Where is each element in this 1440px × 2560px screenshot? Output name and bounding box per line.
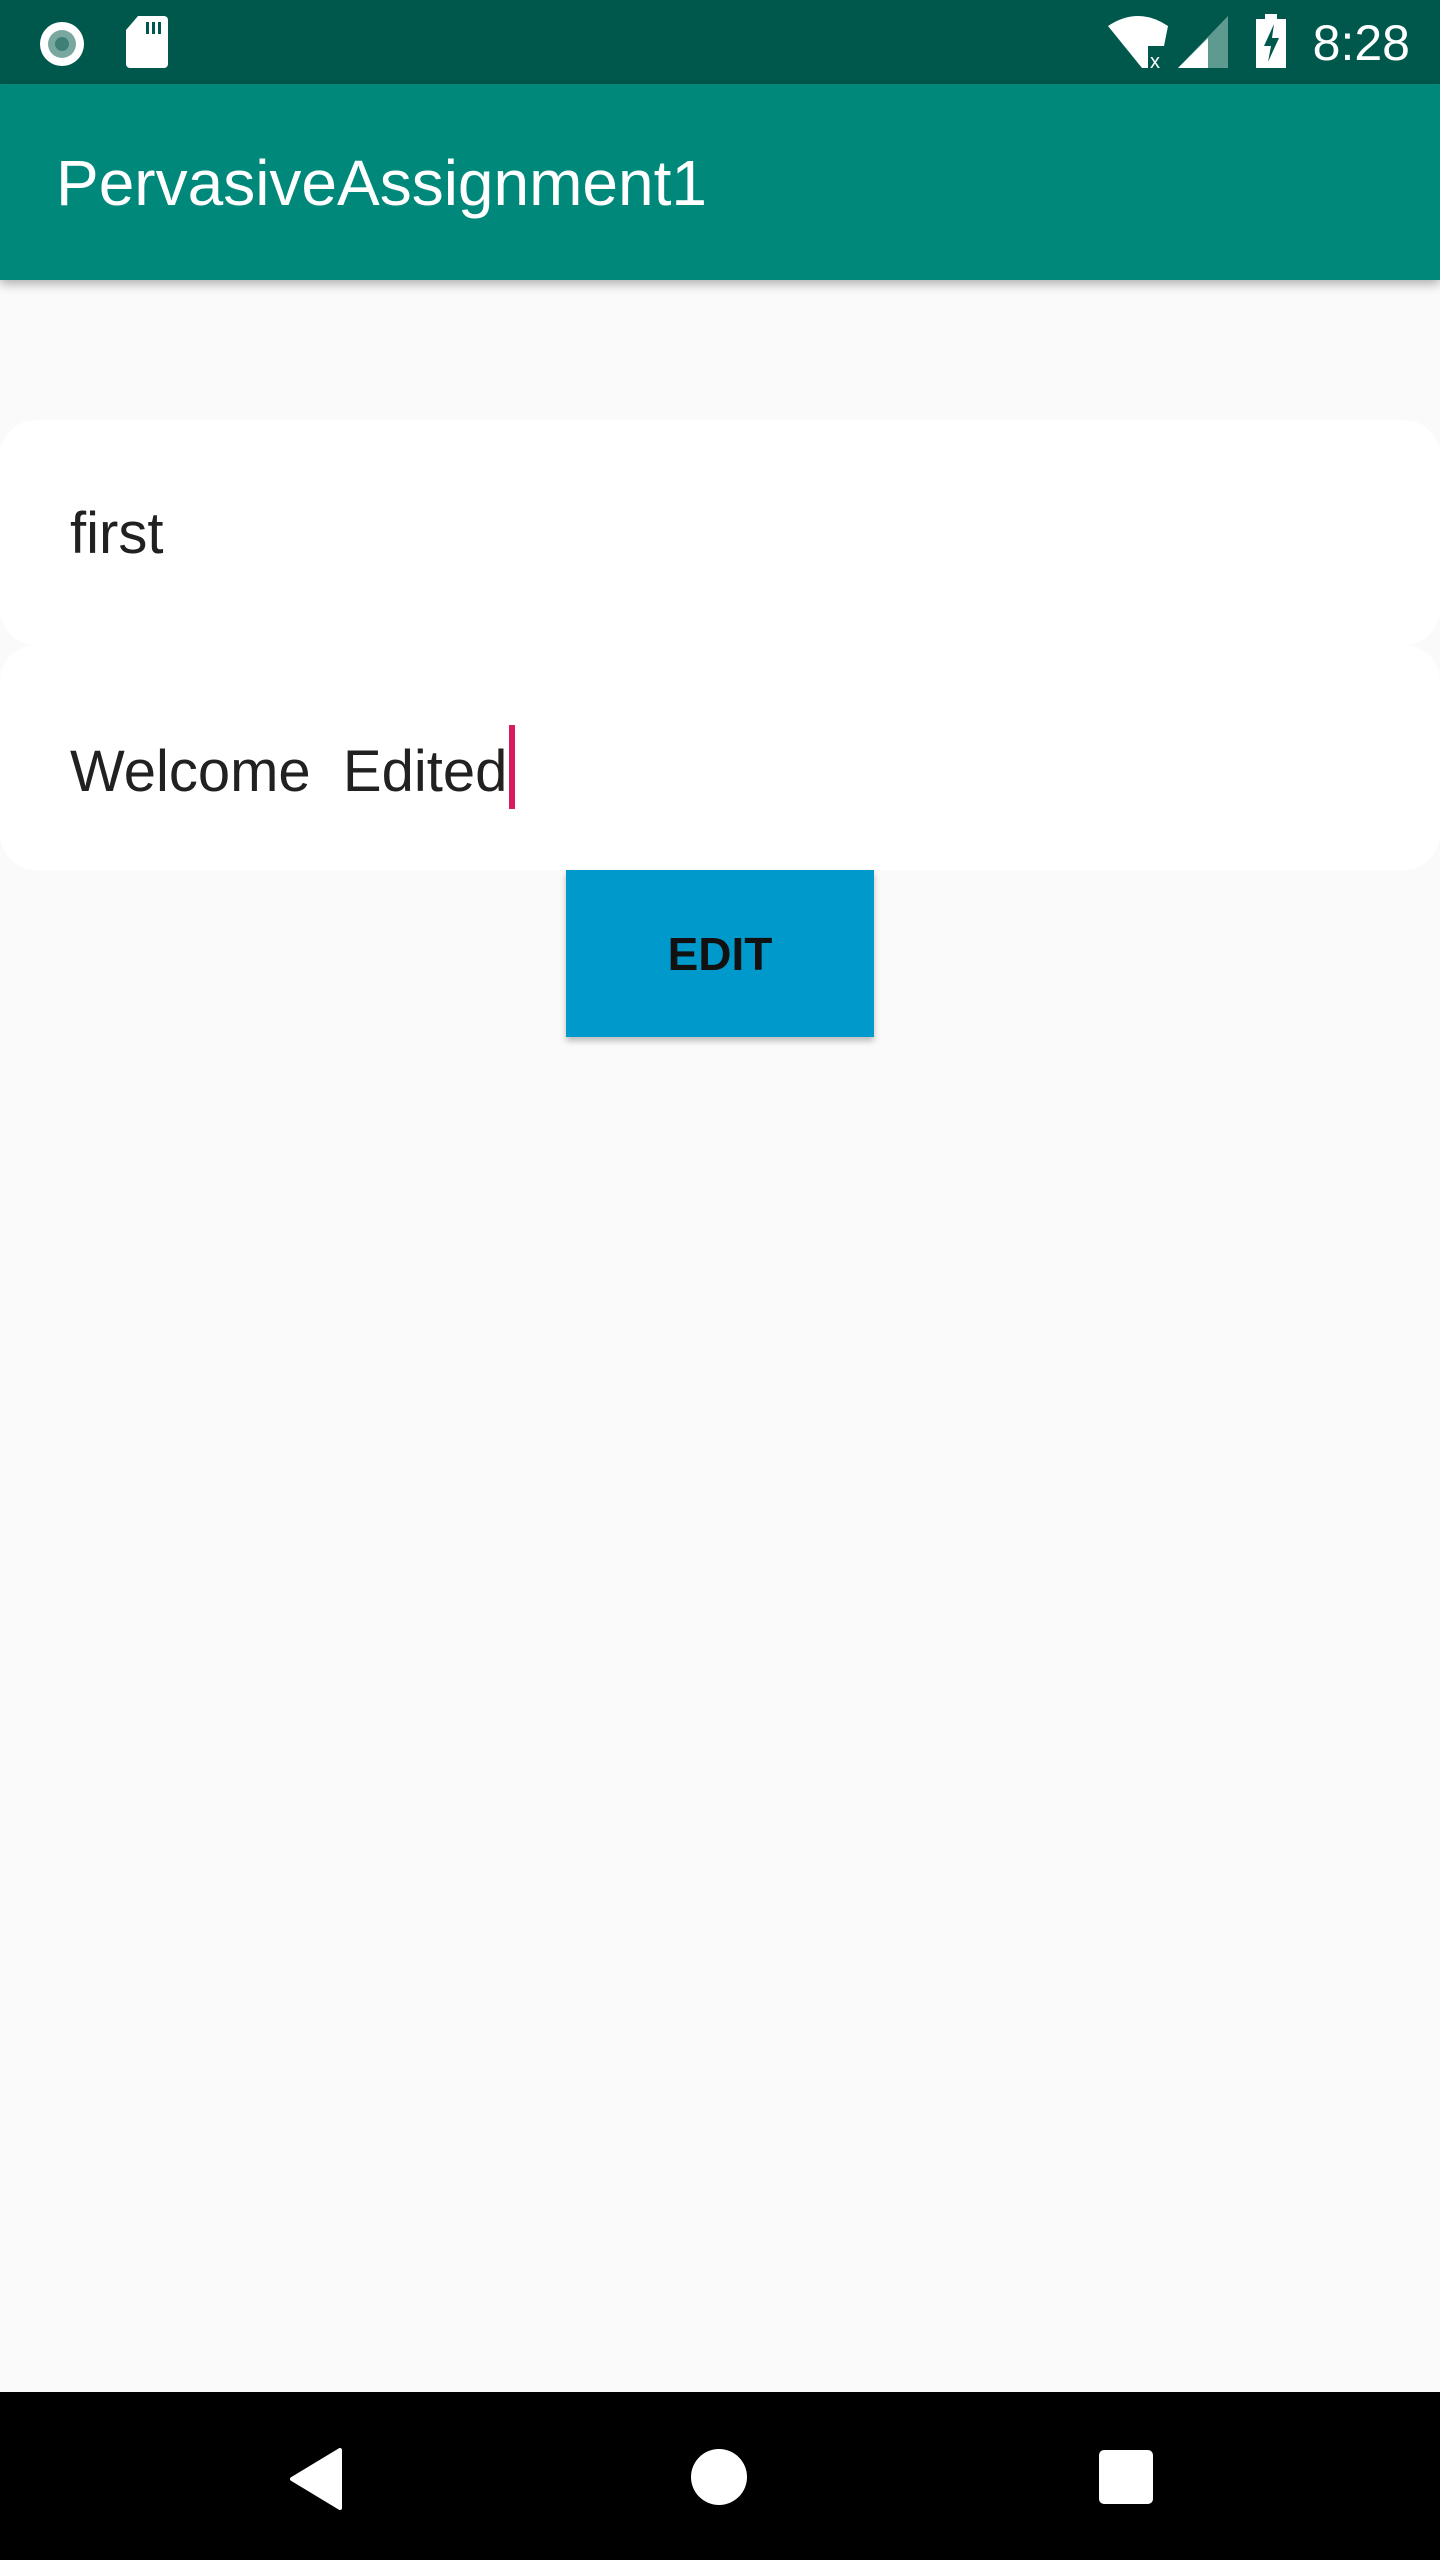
svg-text:x: x bbox=[1150, 51, 1160, 70]
recents-icon[interactable] bbox=[1099, 2450, 1153, 2504]
second-field-value: Welcome Edited bbox=[70, 739, 508, 804]
second-field-content: Welcome Edited bbox=[70, 725, 516, 809]
first-field-value: first bbox=[70, 501, 164, 566]
app-bar: PervasiveAssignment1 bbox=[0, 84, 1440, 280]
sd-card-icon bbox=[126, 16, 168, 68]
edit-button[interactable]: EDIT bbox=[566, 870, 874, 1037]
navigation-bar bbox=[0, 2392, 1440, 2560]
first-text-field[interactable]: first bbox=[0, 420, 1440, 645]
back-icon[interactable] bbox=[288, 2448, 344, 2510]
app-title: PervasiveAssignment1 bbox=[56, 147, 707, 219]
circle-notification-icon bbox=[40, 22, 84, 66]
home-icon[interactable] bbox=[690, 2448, 748, 2506]
status-bar: x 8:28 bbox=[0, 0, 1440, 84]
status-time: 8:28 bbox=[1312, 15, 1410, 71]
text-cursor bbox=[509, 725, 516, 809]
wifi-off-icon: x bbox=[1108, 16, 1168, 70]
signal-icon bbox=[1178, 16, 1228, 68]
second-text-field[interactable]: Welcome Edited bbox=[0, 645, 1440, 870]
battery-charging-icon bbox=[1256, 14, 1286, 68]
